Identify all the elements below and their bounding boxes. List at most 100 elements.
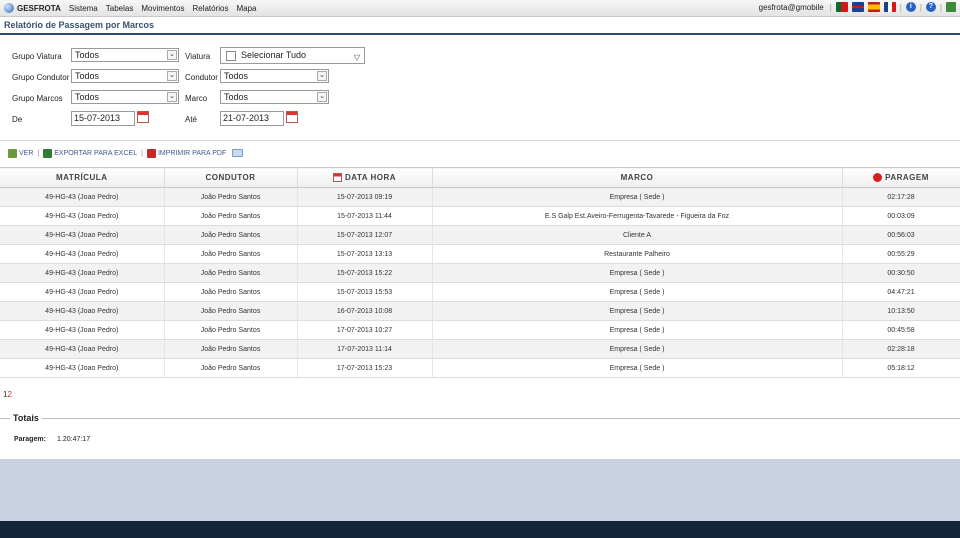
cell-data-hora: 15-07-2013 15:22 bbox=[297, 263, 433, 283]
brand-name[interactable]: GESFROTA bbox=[17, 4, 61, 13]
cell-condutor: João Pedro Santos bbox=[164, 225, 298, 245]
cell-matricula: 49-HG-43 (Joao Pedro) bbox=[0, 358, 165, 378]
help-icon[interactable]: ? bbox=[925, 2, 936, 12]
menu-mapa[interactable]: Mapa bbox=[236, 4, 256, 13]
email-button[interactable] bbox=[232, 149, 245, 157]
calendar-icon[interactable] bbox=[137, 111, 149, 123]
ver-button[interactable]: VER bbox=[8, 148, 33, 158]
cell-condutor: João Pedro Santos bbox=[164, 358, 298, 378]
cell-data-hora: 15-07-2013 09:19 bbox=[297, 187, 433, 207]
calendar-icon bbox=[332, 173, 342, 183]
chevron-down-icon[interactable]: ⌄ bbox=[167, 92, 177, 102]
exit-icon[interactable] bbox=[946, 2, 956, 12]
cell-marco: Empresa ( Sede ) bbox=[432, 358, 843, 378]
condutor-label: Condutor bbox=[185, 73, 218, 82]
date-to-input[interactable]: 21-07-2013 bbox=[220, 111, 284, 126]
grupo-marcos-value: Todos bbox=[75, 92, 100, 102]
table-row[interactable]: 49-HG-43 (Joao Pedro) João Pedro Santos 17… bbox=[0, 358, 960, 378]
viatura-multiselect[interactable]: Selecionar Tudo ▽ bbox=[220, 47, 365, 64]
cell-condutor: João Pedro Santos bbox=[164, 320, 298, 340]
flag-es-icon[interactable] bbox=[867, 2, 880, 12]
grupo-marcos-select[interactable]: Todos ⌄ bbox=[71, 90, 179, 104]
cell-paragem: 00:03:09 bbox=[842, 206, 960, 226]
grupo-condutor-select[interactable]: Todos ⌄ bbox=[71, 69, 179, 83]
chevron-down-icon[interactable]: ⌄ bbox=[167, 71, 177, 81]
cell-paragem: 02:28:18 bbox=[842, 339, 960, 359]
cell-paragem: 02:17:28 bbox=[842, 187, 960, 207]
separator: | bbox=[939, 2, 942, 12]
export-excel-label: EXPORTAR PARA EXCEL bbox=[54, 149, 138, 157]
separator: | bbox=[919, 2, 922, 12]
caret-down-icon[interactable]: ▽ bbox=[354, 50, 360, 65]
cell-condutor: João Pedro Santos bbox=[164, 301, 298, 321]
cell-marco: Restaurante Palheiro bbox=[432, 244, 843, 264]
totals-divider bbox=[0, 418, 960, 419]
cell-matricula: 49-HG-43 (Joao Pedro) bbox=[0, 263, 165, 283]
separator: | bbox=[141, 149, 143, 157]
table-row[interactable]: 49-HG-43 (Joao Pedro) João Pedro Santos 17… bbox=[0, 339, 960, 359]
separator: | bbox=[37, 149, 40, 157]
condutor-select[interactable]: Todos ⌄ bbox=[220, 69, 329, 83]
cell-data-hora: 17-07-2013 10:27 bbox=[297, 320, 433, 340]
col-paragem[interactable]: PARAGEM bbox=[842, 167, 960, 188]
grupo-condutor-value: Todos bbox=[75, 71, 100, 81]
table-row[interactable]: 49-HG-43 (Joao Pedro) João Pedro Santos 15… bbox=[0, 282, 960, 302]
table-header-row: MATRÍCULA CONDUTOR DATA HORA MARCO PARAG… bbox=[0, 167, 960, 188]
info-icon[interactable]: i bbox=[905, 2, 916, 12]
cell-matricula: 49-HG-43 (Joao Pedro) bbox=[0, 244, 165, 264]
menu-relatorios[interactable]: Relatórios bbox=[192, 4, 228, 13]
cell-paragem: 05:18:12 bbox=[842, 358, 960, 378]
grupo-condutor-label: Grupo Condutor bbox=[12, 73, 70, 82]
menu-movimentos[interactable]: Movimentos bbox=[141, 4, 184, 13]
col-condutor[interactable]: CONDUTOR bbox=[164, 167, 298, 188]
marco-value: Todos bbox=[224, 92, 249, 102]
chevron-down-icon[interactable]: ⌄ bbox=[167, 50, 177, 60]
flag-pt-icon[interactable] bbox=[835, 2, 848, 12]
marco-select[interactable]: Todos ⌄ bbox=[220, 90, 329, 104]
background-band bbox=[0, 459, 960, 521]
cell-paragem: 00:56:03 bbox=[842, 225, 960, 245]
cell-paragem: 00:45:58 bbox=[842, 320, 960, 340]
flag-gb-icon[interactable] bbox=[851, 2, 864, 12]
pagination: 12 bbox=[3, 390, 12, 399]
table-row[interactable]: 49-HG-43 (Joao Pedro) João Pedro Santos 15… bbox=[0, 187, 960, 207]
divider bbox=[0, 140, 960, 141]
table-row[interactable]: 49-HG-43 (Joao Pedro) João Pedro Santos 16… bbox=[0, 301, 960, 321]
cell-matricula: 49-HG-43 (Joao Pedro) bbox=[0, 187, 165, 207]
col-data-hora[interactable]: DATA HORA bbox=[297, 167, 433, 188]
print-pdf-button[interactable]: IMPRIMIR PARA PDF bbox=[146, 148, 226, 158]
table-row[interactable]: 49-HG-43 (Joao Pedro) João Pedro Santos 15… bbox=[0, 263, 960, 283]
calendar-icon[interactable] bbox=[286, 111, 298, 123]
export-excel-button[interactable]: EXPORTAR PARA EXCEL bbox=[43, 148, 138, 158]
condutor-value: Todos bbox=[224, 71, 249, 81]
date-from-input[interactable]: 15-07-2013 bbox=[71, 111, 135, 126]
col-paragem-label: PARAGEM bbox=[885, 172, 929, 182]
table-row[interactable]: 49-HG-43 (Joao Pedro) João Pedro Santos 15… bbox=[0, 206, 960, 226]
cell-condutor: João Pedro Santos bbox=[164, 263, 298, 283]
col-matricula[interactable]: MATRÍCULA bbox=[0, 167, 165, 188]
table-row[interactable]: 49-HG-43 (Joao Pedro) João Pedro Santos 15… bbox=[0, 225, 960, 245]
grupo-viatura-select[interactable]: Todos ⌄ bbox=[71, 48, 179, 62]
cell-data-hora: 15-07-2013 13:13 bbox=[297, 244, 433, 264]
select-all-checkbox[interactable] bbox=[226, 50, 236, 61]
table-row[interactable]: 49-HG-43 (Joao Pedro) João Pedro Santos 17… bbox=[0, 320, 960, 340]
chevron-down-icon[interactable]: ⌄ bbox=[317, 92, 327, 102]
ate-label: Até bbox=[185, 115, 198, 124]
menu-sistema[interactable]: Sistema bbox=[69, 4, 98, 13]
page-2-link[interactable]: 2 bbox=[7, 390, 11, 399]
table-row[interactable]: 49-HG-43 (Joao Pedro) João Pedro Santos 15… bbox=[0, 244, 960, 264]
flag-fr-icon[interactable] bbox=[883, 2, 896, 12]
cell-data-hora: 15-07-2013 11:44 bbox=[297, 206, 433, 226]
stop-icon bbox=[873, 173, 883, 183]
separator: | bbox=[829, 2, 832, 12]
cell-data-hora: 15-07-2013 15:53 bbox=[297, 282, 433, 302]
menu-tabelas[interactable]: Tabelas bbox=[106, 4, 134, 13]
cell-marco: Empresa ( Sede ) bbox=[432, 263, 843, 283]
col-marco[interactable]: MARCO bbox=[432, 167, 843, 188]
separator: | bbox=[899, 2, 902, 12]
cell-condutor: João Pedro Santos bbox=[164, 339, 298, 359]
cell-paragem: 10:13:50 bbox=[842, 301, 960, 321]
cell-paragem: 04:47:21 bbox=[842, 282, 960, 302]
chevron-down-icon[interactable]: ⌄ bbox=[317, 71, 327, 81]
marco-label: Marco bbox=[185, 94, 208, 103]
